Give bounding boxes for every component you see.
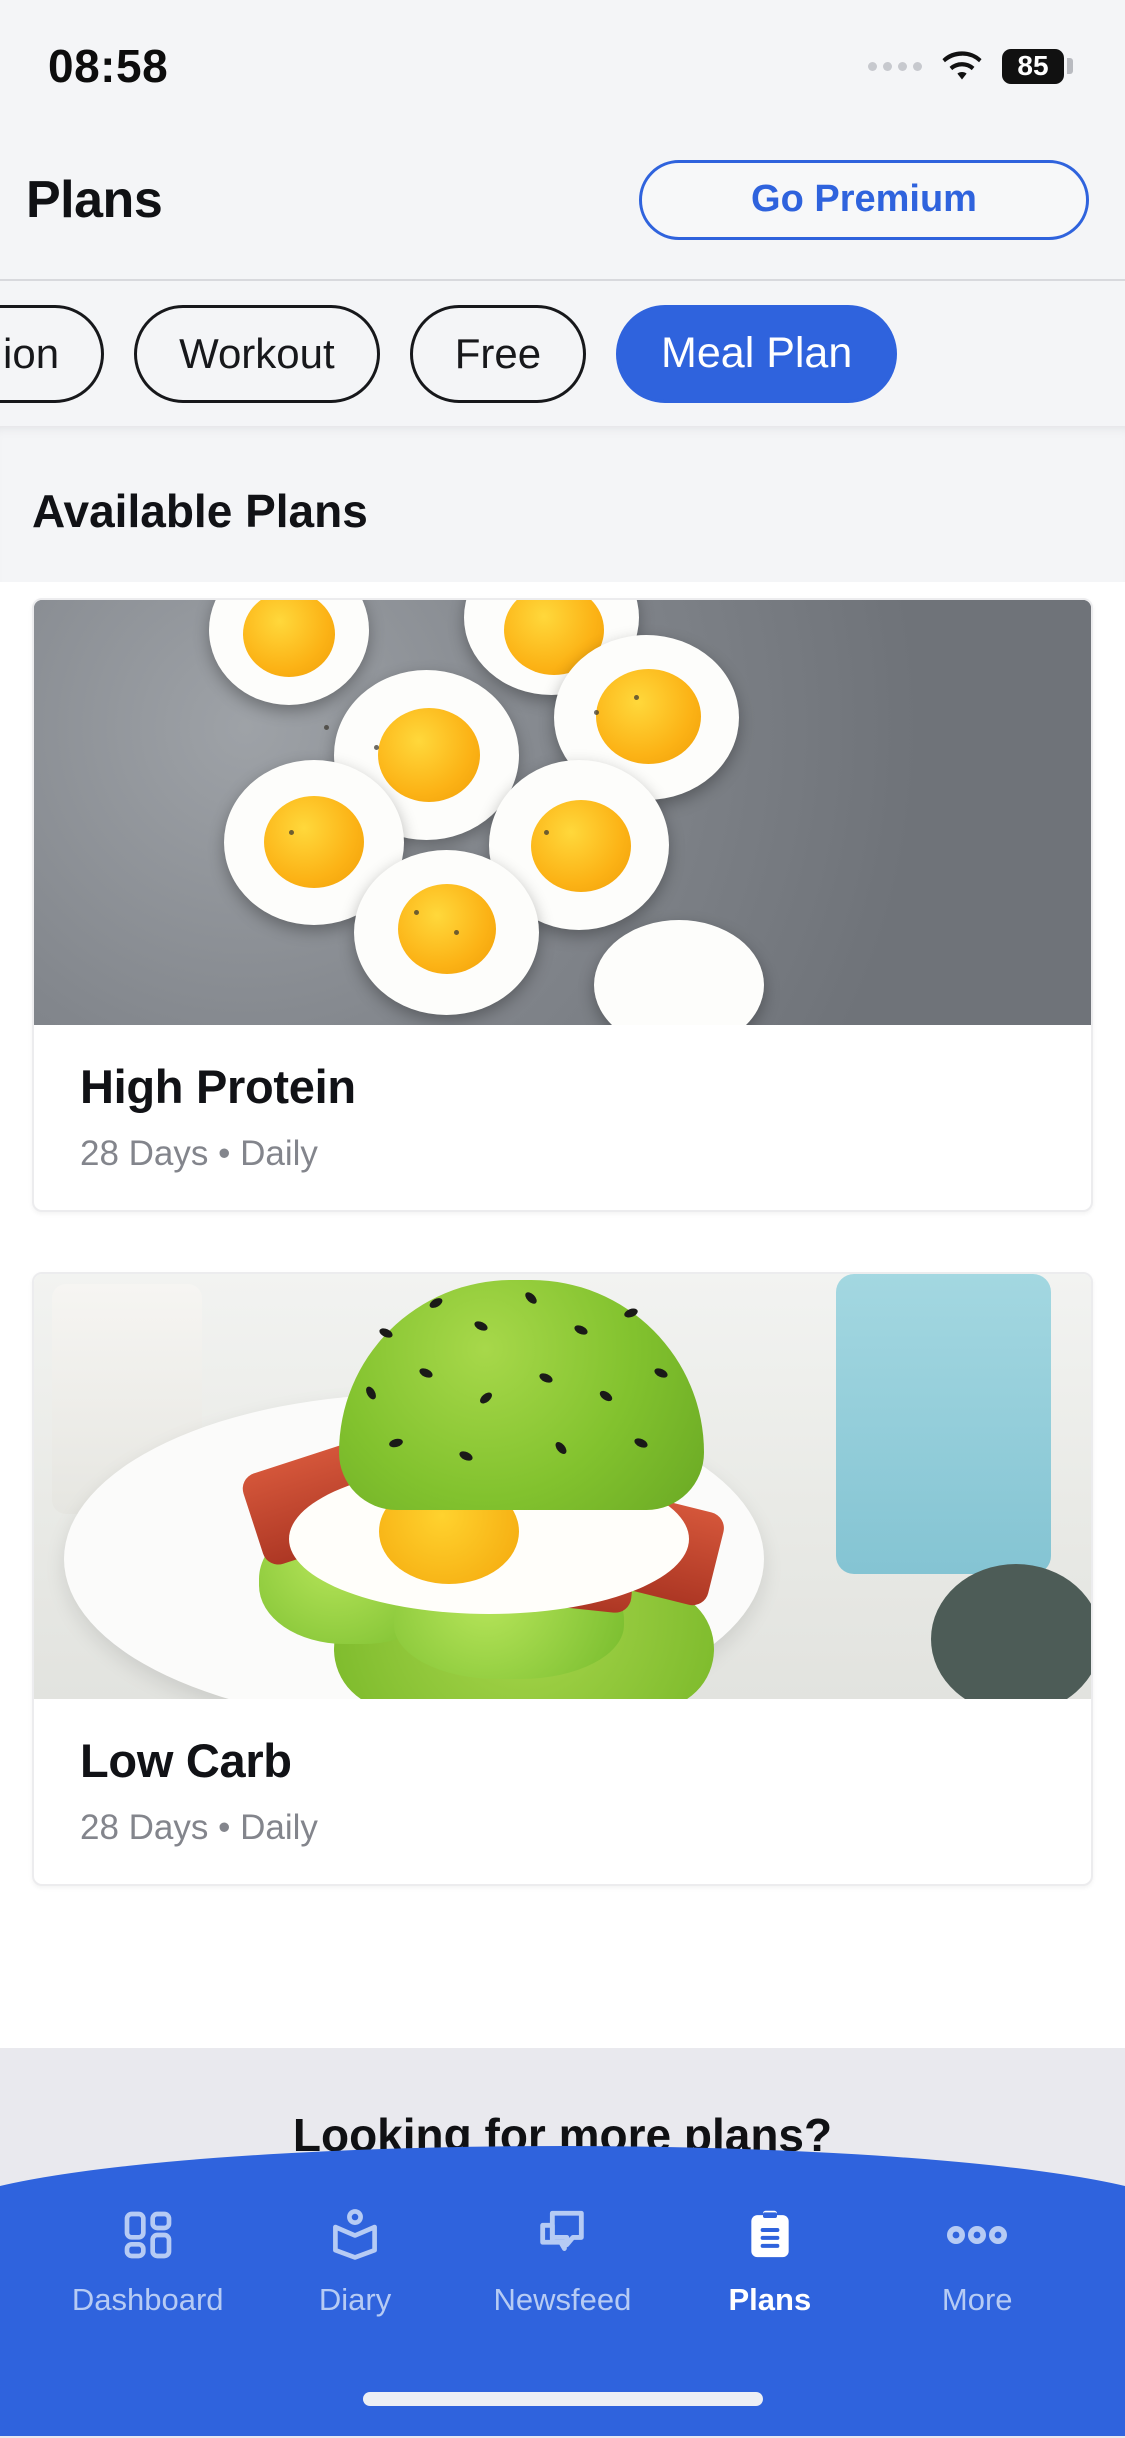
plan-card-high-protein[interactable]: High Protein 28 Days • Daily	[32, 598, 1093, 1212]
plan-meta: 28 Days • Daily	[80, 1134, 318, 1173]
plan-card-body: High Protein 28 Days • Daily	[34, 1025, 1091, 1210]
boiled-eggs-photo	[34, 600, 1091, 1025]
grid-icon	[120, 2204, 176, 2266]
plans-list: High Protein 28 Days • Daily Low Carb 28…	[0, 582, 1125, 2222]
filter-chip-workout[interactable]: Workout	[134, 304, 380, 403]
go-premium-button[interactable]: Go Premium	[639, 159, 1089, 240]
nav-label: Diary	[318, 2282, 392, 2317]
battery-tip	[1067, 58, 1073, 74]
nav-label: More	[941, 2282, 1013, 2317]
app-header: Plans Go Premium	[0, 118, 1125, 281]
plan-meta: 28 Days • Daily	[80, 1808, 318, 1847]
plan-card-low-carb[interactable]: Low Carb 28 Days • Daily	[32, 1272, 1093, 1886]
filter-chips-scroller[interactable]: ion Workout Free Meal Plan	[0, 281, 1125, 426]
status-indicators: 85	[868, 35, 1073, 84]
battery-level: 85	[1002, 48, 1064, 84]
nav-label: Dashboard	[71, 2282, 224, 2317]
bottom-navigation-bar: Dashboard Diary Newsfeed Plans More	[0, 2146, 1125, 2436]
nav-label: Plans	[728, 2282, 812, 2317]
avocado-burger-photo	[34, 1274, 1091, 1699]
wifi-icon	[942, 51, 982, 80]
filter-chip-free[interactable]: Free	[409, 304, 587, 403]
nav-item-diary[interactable]: Diary	[265, 2204, 445, 2318]
home-indicator[interactable]	[362, 2392, 763, 2406]
page-title: Plans	[26, 170, 163, 229]
book-reader-icon	[327, 2204, 383, 2266]
nav-item-plans[interactable]: Plans	[680, 2204, 860, 2318]
plan-card-body: Low Carb 28 Days • Daily	[34, 1699, 1091, 1884]
chat-bubbles-icon	[533, 2204, 591, 2266]
nav-label: Newsfeed	[493, 2282, 632, 2317]
clipboard-icon	[742, 2204, 798, 2266]
section-title: Available Plans	[32, 485, 368, 537]
battery-icon: 85	[1002, 48, 1073, 84]
status-bar: 08:58 85	[0, 0, 1125, 118]
filter-chip-meal-plan[interactable]: Meal Plan	[616, 304, 898, 403]
nav-item-more[interactable]: More	[887, 2204, 1067, 2318]
available-plans-header: Available Plans	[0, 426, 1125, 582]
three-dots-icon	[946, 2204, 1008, 2266]
nav-item-dashboard[interactable]: Dashboard	[58, 2204, 238, 2318]
plan-title: Low Carb	[80, 1734, 292, 1787]
nav-item-newsfeed[interactable]: Newsfeed	[472, 2204, 652, 2318]
signal-dots-icon	[868, 61, 922, 71]
filter-chip-nutrition[interactable]: ion	[0, 304, 105, 403]
plan-title: High Protein	[80, 1060, 356, 1113]
status-time: 08:58	[48, 40, 169, 92]
